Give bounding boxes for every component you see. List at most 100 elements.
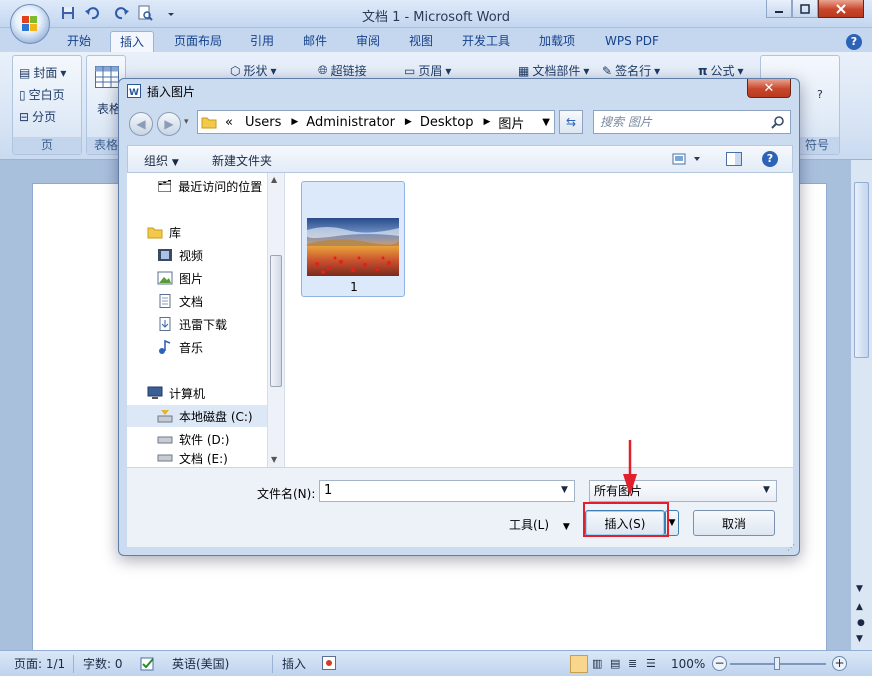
close-button[interactable]: [818, 0, 864, 18]
blank-page-icon: ▯: [19, 87, 26, 102]
tab-review[interactable]: 审阅: [347, 31, 389, 53]
blank-page-button[interactable]: ▯ 空白页: [19, 86, 65, 103]
header-button[interactable]: ▭ 页眉 ▾: [404, 62, 451, 79]
forward-button[interactable]: ▶: [157, 112, 181, 136]
nav-scroll-thumb[interactable]: [270, 255, 282, 387]
nav-drive-c[interactable]: 本地磁盘 (C:): [127, 405, 267, 427]
save-icon[interactable]: [60, 5, 78, 23]
help-icon[interactable]: ?: [846, 34, 862, 50]
refresh-icon: ⇆: [565, 115, 577, 129]
web-layout-icon[interactable]: ▤: [610, 657, 620, 670]
documents-icon: [157, 294, 173, 308]
tab-page-layout[interactable]: 页面布局: [165, 31, 231, 53]
prev-page-icon[interactable]: ▲: [856, 602, 863, 612]
command-bar: 组织 ▼ 新建文件夹 ?: [127, 145, 793, 173]
music-icon: [157, 340, 173, 354]
page-break-button[interactable]: ⊟ 分页: [19, 108, 56, 125]
undo-icon[interactable]: [84, 5, 102, 23]
filename-label: 文件名(N):: [257, 487, 316, 501]
zoom-thumb[interactable]: [774, 657, 780, 670]
draft-view-icon[interactable]: ☰: [646, 657, 656, 670]
cancel-button[interactable]: 取消: [693, 510, 775, 536]
hyperlink-button[interactable]: 🌐︎ 超链接: [318, 62, 367, 79]
breadcrumb-users[interactable]: Users: [245, 115, 281, 130]
page-count[interactable]: 页面: 1/1: [14, 655, 65, 673]
filename-input[interactable]: 1: [319, 480, 575, 502]
tools-button[interactable]: 工具(L) ▼: [509, 516, 570, 533]
tab-mailings[interactable]: 邮件: [294, 31, 336, 53]
tab-home[interactable]: 开始: [58, 31, 100, 53]
tab-view[interactable]: 视图: [400, 31, 442, 53]
proofing-icon[interactable]: [140, 656, 156, 672]
scroll-down-icon[interactable]: ▼: [271, 455, 277, 464]
browse-object-icon[interactable]: ●: [857, 618, 865, 628]
tab-developer[interactable]: 开发工具: [453, 31, 519, 53]
zoom-out-icon[interactable]: −: [712, 656, 727, 671]
scroll-up-icon[interactable]: ▲: [271, 175, 277, 184]
next-page-icon[interactable]: ▼: [856, 634, 863, 644]
breadcrumb-desktop[interactable]: Desktop: [420, 115, 474, 130]
breadcrumb-overflow[interactable]: «: [225, 115, 233, 130]
scroll-thumb[interactable]: [854, 182, 869, 358]
recent-pages-icon[interactable]: ▾: [184, 117, 189, 127]
dialog-title: 插入图片: [147, 85, 196, 99]
dialog-help-icon[interactable]: ?: [762, 151, 778, 167]
table-icon: [95, 66, 119, 88]
search-icon[interactable]: [771, 115, 785, 129]
search-input[interactable]: 搜索 图片: [593, 110, 791, 134]
insert-mode[interactable]: 插入: [282, 655, 306, 673]
separator: [73, 655, 74, 673]
new-folder-button[interactable]: 新建文件夹: [212, 152, 272, 169]
tab-wps-pdf[interactable]: WPS PDF: [596, 31, 668, 53]
tab-insert[interactable]: 插入: [110, 31, 155, 53]
library-icon: [147, 225, 163, 239]
print-preview-icon[interactable]: [137, 5, 155, 23]
scroll-down-icon[interactable]: ▼: [856, 584, 863, 594]
full-screen-reading-icon[interactable]: ▥: [592, 657, 602, 670]
signature-line-button[interactable]: ✎ 签名行 ▾: [602, 62, 660, 79]
resize-grip-icon[interactable]: ⋰: [787, 543, 795, 552]
refresh-button[interactable]: ⇆: [559, 110, 583, 134]
nav-scrollbar[interactable]: ▲ ▼: [267, 173, 284, 467]
tab-addins[interactable]: 加载项: [530, 31, 584, 53]
zoom-in-icon[interactable]: +: [832, 656, 847, 671]
macro-record-icon[interactable]: [322, 656, 336, 670]
drive-c-icon: [157, 409, 173, 423]
pi-icon: π: [698, 63, 708, 78]
maximize-button[interactable]: [792, 0, 818, 18]
tab-references[interactable]: 引用: [241, 31, 283, 53]
breadcrumb-arrow-icon[interactable]: ▶: [405, 117, 412, 127]
filetype-dropdown-icon[interactable]: ▼: [763, 485, 770, 495]
outline-view-icon[interactable]: ≣: [628, 657, 637, 670]
language[interactable]: 英语(美国): [172, 655, 229, 673]
zoom-level[interactable]: 100%: [671, 655, 705, 673]
filetype-select[interactable]: 所有图片: [589, 480, 777, 502]
shapes-button[interactable]: ⬡ 形状 ▾: [230, 62, 277, 79]
breadcrumb-administrator[interactable]: Administrator: [306, 115, 395, 130]
customize-qat-icon[interactable]: [166, 5, 176, 23]
minimize-button[interactable]: [766, 0, 792, 18]
forward-arrow-icon: ▶: [164, 117, 174, 131]
address-dropdown-icon[interactable]: ▼: [542, 117, 550, 128]
download-icon: [157, 317, 173, 331]
file-item[interactable]: 1: [301, 181, 405, 297]
breadcrumb-arrow-icon[interactable]: ▶: [483, 117, 490, 127]
organize-button[interactable]: 组织 ▼: [144, 152, 179, 169]
office-button[interactable]: [10, 4, 50, 44]
address-bar[interactable]: « Users ▶ Administrator ▶ Desktop ▶ 图片 ▼: [197, 110, 555, 134]
dialog-close-button[interactable]: ✕: [747, 79, 791, 98]
back-button[interactable]: ◀: [129, 112, 153, 136]
preview-pane-icon[interactable]: [726, 152, 742, 166]
quick-parts-button[interactable]: ▦ 文档部件 ▾: [518, 62, 589, 79]
filename-dropdown-icon[interactable]: ▼: [561, 485, 568, 495]
breadcrumb-arrow-icon[interactable]: ▶: [291, 117, 298, 127]
redo-icon[interactable]: [114, 5, 132, 23]
word-count[interactable]: 字数: 0: [83, 655, 123, 673]
cover-button[interactable]: ▤ 封面 ▾: [19, 64, 66, 81]
print-layout-view-icon[interactable]: [570, 655, 588, 673]
watermark-url: jingyan.baidu.com: [672, 628, 774, 641]
vertical-scrollbar[interactable]: ▼ ▲ ● ▼: [850, 160, 872, 650]
equation-button[interactable]: π 公式 ▾: [698, 62, 744, 79]
breadcrumb-pictures[interactable]: 图片: [498, 113, 524, 132]
view-options-icon[interactable]: [672, 152, 702, 166]
